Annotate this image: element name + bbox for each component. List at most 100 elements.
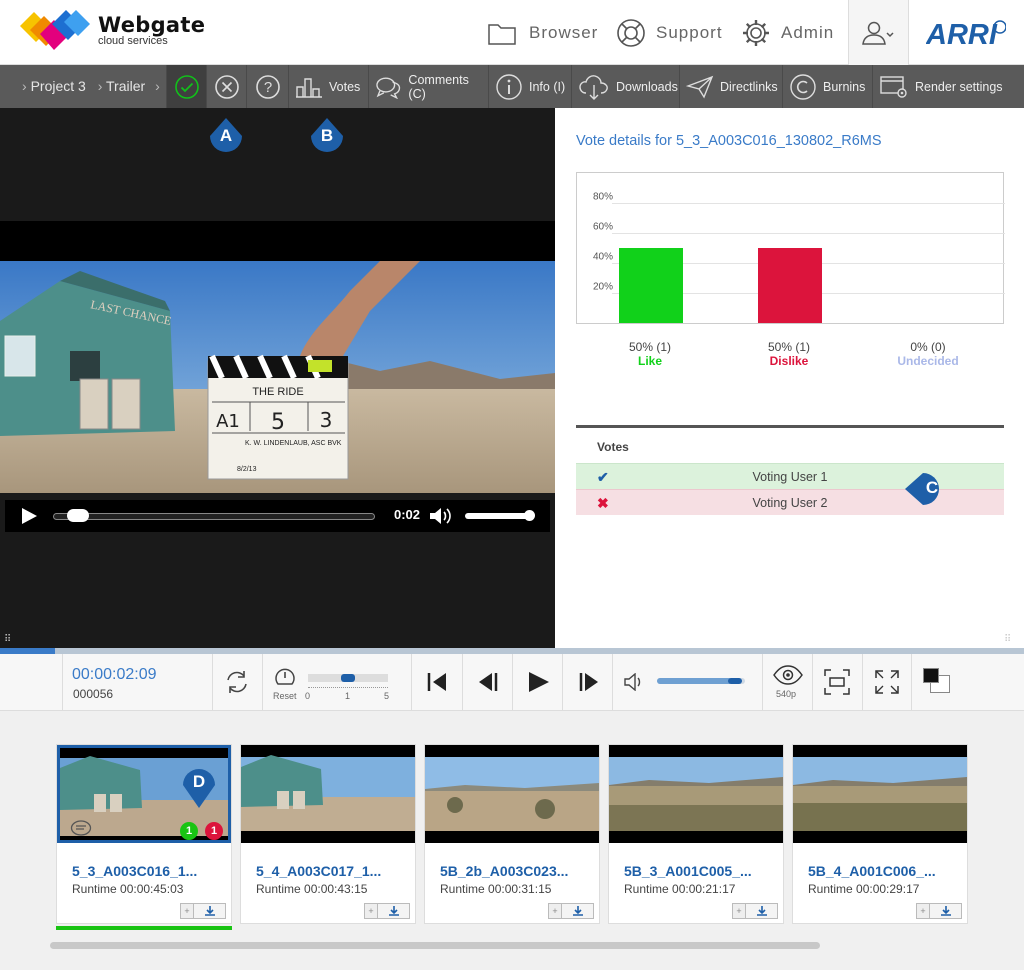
- video-volume-icon[interactable]: [429, 506, 453, 526]
- slate-scene: 5: [271, 410, 285, 435]
- volume-icon[interactable]: [624, 673, 646, 691]
- webgate-logo[interactable]: [20, 8, 92, 52]
- gear-icon: [743, 19, 769, 46]
- vote-undecided-button[interactable]: ?: [246, 65, 288, 108]
- render-settings-label: Render settings: [915, 79, 1003, 94]
- player-controls: 00:00:02:09 000056 Reset 0 1 5 540p: [0, 654, 1024, 711]
- chart-value-label: 50% (1): [628, 340, 672, 354]
- clip-card[interactable]: 5B_3_A001C005_... Runtime 00:00:21:17 +: [608, 744, 784, 924]
- cloud-download-icon: [579, 74, 608, 100]
- comments-button[interactable]: Comments (C): [368, 65, 488, 108]
- chart-category-label: Dislike: [769, 354, 809, 368]
- download-icon: [940, 906, 951, 916]
- nav-support[interactable]: Support: [616, 0, 723, 65]
- video-controls: 0:02: [5, 500, 550, 532]
- clip-thumbnail: [609, 745, 783, 843]
- add-icon[interactable]: +: [364, 903, 378, 919]
- skip-to-start-icon[interactable]: [427, 672, 447, 692]
- votes-table-header: Votes: [576, 425, 1004, 463]
- clip-title[interactable]: 5B_3_A001C005_...: [624, 863, 752, 879]
- clip-strip-scrollbar[interactable]: [50, 942, 820, 949]
- add-icon[interactable]: +: [916, 903, 930, 919]
- video-seek-bar[interactable]: [53, 513, 375, 520]
- votes-button[interactable]: Votes: [288, 65, 368, 108]
- clip-card[interactable]: 5B_2b_A003C023... Runtime 00:00:31:15 +: [424, 744, 600, 924]
- user-menu-button[interactable]: [848, 0, 909, 65]
- loop-icon[interactable]: [224, 670, 250, 694]
- timecode: 00:00:02:09: [72, 666, 157, 683]
- vote-like-button[interactable]: [166, 65, 206, 108]
- download-button[interactable]: [194, 903, 226, 919]
- check-circle-icon: [174, 74, 199, 99]
- add-icon[interactable]: +: [548, 903, 562, 919]
- render-settings-button[interactable]: Render settings: [872, 65, 1024, 108]
- breadcrumb-project[interactable]: Project 3: [31, 78, 86, 94]
- volume-slider[interactable]: [657, 678, 745, 684]
- download-button[interactable]: [746, 903, 778, 919]
- clip-title[interactable]: 5B_4_A001C006_...: [808, 863, 936, 879]
- directlinks-label: Directlinks: [720, 79, 778, 94]
- bar-chart-icon: [296, 77, 322, 98]
- clip-title[interactable]: 5B_2b_A003C023...: [440, 863, 568, 879]
- clip-title[interactable]: 5_3_A003C016_1...: [72, 863, 197, 879]
- download-icon: [572, 906, 583, 916]
- callout-c-label: C: [925, 478, 939, 497]
- vote-chart: 20% 40% 60% 80%: [576, 172, 1005, 324]
- lifebuoy-icon: [617, 18, 645, 47]
- download-button[interactable]: [562, 903, 594, 919]
- video-seek-handle[interactable]: [67, 509, 89, 522]
- clip-card[interactable]: 5B_4_A001C006_... Runtime 00:00:29:17 +: [792, 744, 968, 924]
- info-button[interactable]: Info (I): [488, 65, 571, 108]
- comment-icon[interactable]: [70, 820, 92, 838]
- chart-bar-label: 0% (0) Undecided: [878, 340, 978, 368]
- speed-slider-handle[interactable]: [341, 674, 355, 682]
- resize-grip-left[interactable]: ⠿: [4, 634, 11, 645]
- add-icon[interactable]: +: [732, 903, 746, 919]
- directlinks-button[interactable]: Directlinks: [679, 65, 782, 108]
- nav-admin[interactable]: Admin: [741, 0, 834, 65]
- video-volume-bar[interactable]: [465, 513, 533, 519]
- chart-value-label: 0% (0): [910, 340, 946, 354]
- add-icon[interactable]: +: [180, 903, 194, 919]
- clip-thumbnail: [425, 745, 599, 843]
- burnins-button[interactable]: Burnins: [782, 65, 872, 108]
- video-frame[interactable]: LAST CHANCE THE RIDE A1 5 3 K. W. LINDEN…: [0, 261, 555, 493]
- eye-icon[interactable]: [773, 665, 803, 685]
- background-toggle[interactable]: [922, 667, 950, 695]
- video-play-icon[interactable]: [20, 507, 38, 525]
- slate-title: THE RIDE: [252, 386, 303, 398]
- clip-title[interactable]: 5_4_A003C017_1...: [256, 863, 381, 879]
- slate-director: K. W. LINDENLAUB, ASC BVK: [245, 440, 342, 447]
- download-button[interactable]: [378, 903, 410, 919]
- vote-dislike-button[interactable]: [206, 65, 246, 108]
- video-volume-handle[interactable]: [524, 510, 535, 521]
- quality-label: 540p: [776, 689, 797, 699]
- vote-details-panel: Vote details for 5_3_A003C016_130802_R6M…: [555, 108, 1024, 648]
- downloads-button[interactable]: Downloads: [571, 65, 679, 108]
- fullscreen-icon[interactable]: [874, 669, 900, 695]
- resize-grip-right[interactable]: ⠿: [1004, 634, 1011, 645]
- vote-details-title: Vote details for 5_3_A003C016_130802_R6M…: [576, 133, 882, 149]
- clip-strip: 1 1 5_3_A003C016_1... Runtime 00:00:45:0…: [0, 711, 1024, 970]
- breadcrumb-trailer[interactable]: Trailer: [106, 78, 145, 94]
- speed-reset-icon[interactable]: [274, 664, 296, 688]
- clip-card[interactable]: 5_4_A003C017_1... Runtime 00:00:43:15 +: [240, 744, 416, 924]
- user-icon: [861, 21, 894, 45]
- play-icon[interactable]: [528, 671, 550, 693]
- nav-browser[interactable]: Browser: [488, 0, 598, 65]
- nav-support-label: Support: [656, 22, 723, 42]
- previous-frame-icon[interactable]: [478, 672, 498, 692]
- clip-runtime: Runtime 00:00:29:17: [808, 882, 920, 896]
- next-frame-icon[interactable]: [579, 672, 599, 692]
- votes-label: Votes: [329, 79, 361, 94]
- download-button[interactable]: [930, 903, 962, 919]
- downloads-label: Downloads: [616, 79, 678, 94]
- video-player[interactable]: LAST CHANCE THE RIDE A1 5 3 K. W. LINDEN…: [0, 108, 555, 648]
- video-letterbox: [0, 221, 555, 261]
- comments-label: Comments (C): [408, 72, 469, 101]
- question-circle-icon: ?: [255, 74, 280, 99]
- chart-category-label: Undecided: [897, 354, 959, 368]
- slate-roll: A1: [216, 411, 240, 432]
- brand: Webgate cloud services: [98, 13, 205, 47]
- fit-frame-icon[interactable]: [824, 669, 850, 695]
